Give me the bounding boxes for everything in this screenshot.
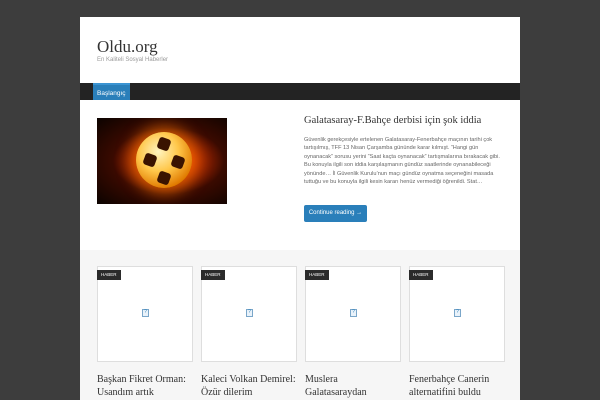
featured-post: Galatasaray-F.Bahçe derbisi için şok idd… xyxy=(80,100,520,250)
post-title[interactable]: Fenerbahçe Canerin alternatifini buldu xyxy=(409,373,505,399)
category-badge[interactable]: HABER xyxy=(201,270,225,280)
post-card[interactable]: HABER xyxy=(97,266,193,362)
main-nav: Başlangıç xyxy=(80,83,520,100)
flaming-football-image xyxy=(136,132,192,188)
posts-grid: HABER Başkan Fikret Orman: Usandım artık… xyxy=(80,250,520,400)
continue-reading-button[interactable]: Continue reading → xyxy=(304,205,367,222)
site-header: Oldu.org En Kaliteli Sosyal Haberler xyxy=(80,17,520,83)
ball-patch xyxy=(156,136,172,152)
post-card[interactable]: HABER xyxy=(201,266,297,362)
site-title[interactable]: Oldu.org xyxy=(97,37,520,56)
category-badge[interactable]: HABER xyxy=(97,270,121,280)
ball-patch xyxy=(170,154,186,170)
featured-excerpt: Güvenlik gerekçesiyle ertelenen Galatasa… xyxy=(304,137,500,186)
site-tagline: En Kaliteli Sosyal Haberler xyxy=(97,57,169,63)
post-title[interactable]: Muslera Galatasaraydan ayrılıyor mu xyxy=(305,373,401,400)
broken-image-icon xyxy=(142,309,149,317)
broken-image-icon xyxy=(454,309,461,317)
nav-item-home[interactable]: Başlangıç xyxy=(93,83,130,100)
ball-patch xyxy=(142,152,158,168)
category-badge[interactable]: HABER xyxy=(305,270,329,280)
broken-image-icon xyxy=(246,309,253,317)
post-card[interactable]: HABER xyxy=(305,266,401,362)
page-container: Oldu.org En Kaliteli Sosyal Haberler Baş… xyxy=(80,17,520,400)
broken-image-icon xyxy=(350,309,357,317)
featured-title[interactable]: Galatasaray-F.Bahçe derbisi için şok idd… xyxy=(304,115,481,126)
post-card[interactable]: HABER xyxy=(409,266,505,362)
post-title[interactable]: Kaleci Volkan Demirel: Özür dilerim xyxy=(201,373,297,399)
post-title[interactable]: Başkan Fikret Orman: Usandım artık xyxy=(97,373,193,399)
ball-patch xyxy=(156,170,172,186)
category-badge[interactable]: HABER xyxy=(409,270,433,280)
featured-image[interactable] xyxy=(97,118,227,204)
